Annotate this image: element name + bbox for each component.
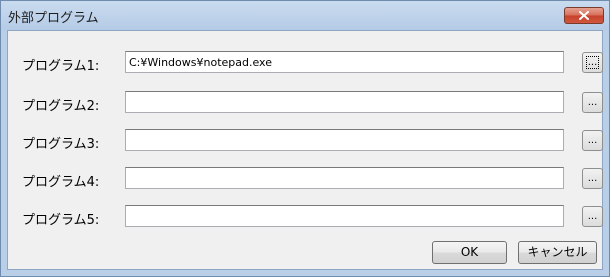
program-2-browse-label: ... (587, 97, 598, 108)
program-5-path-input[interactable] (125, 205, 564, 227)
program-row-2: プログラム2: ... (8, 91, 603, 115)
program-2-path-input[interactable] (125, 91, 564, 113)
program-3-label: プログラム3: (22, 137, 100, 152)
program-row-3: プログラム3: ... (8, 129, 603, 153)
program-1-label: プログラム1: (22, 59, 100, 74)
focus-indicator (586, 56, 599, 69)
program-4-path-input[interactable] (125, 167, 564, 189)
program-row-4: プログラム4: ... (8, 167, 603, 191)
dialog-window: 外部プログラム プログラム1: ... プログラム2: ... プログラム3: (0, 0, 610, 277)
program-1-path-input[interactable] (125, 51, 564, 73)
program-5-browse-button[interactable]: ... (582, 206, 603, 227)
program-4-label: プログラム4: (22, 175, 100, 190)
program-row-5: プログラム5: ... (8, 205, 603, 229)
program-5-label: プログラム5: (22, 213, 100, 228)
program-row-1: プログラム1: ... (8, 51, 603, 75)
dialog-client-area: プログラム1: ... プログラム2: ... プログラム3: ... プログラ… (7, 30, 603, 270)
program-3-browse-label: ... (587, 135, 598, 146)
program-4-browse-label: ... (587, 173, 598, 184)
title-bar[interactable]: 外部プログラム (1, 1, 609, 30)
program-1-browse-button[interactable]: ... (582, 52, 603, 73)
program-5-browse-label: ... (587, 211, 598, 222)
cancel-button[interactable]: キャンセル (518, 241, 597, 264)
program-3-path-input[interactable] (125, 129, 564, 151)
program-2-browse-button[interactable]: ... (582, 92, 603, 113)
program-3-browse-button[interactable]: ... (582, 130, 603, 151)
ok-button[interactable]: OK (432, 241, 507, 264)
program-4-browse-button[interactable]: ... (582, 168, 603, 189)
close-icon (579, 11, 589, 20)
program-2-label: プログラム2: (22, 99, 100, 114)
window-title: 外部プログラム (8, 11, 99, 26)
close-button[interactable] (564, 7, 604, 24)
